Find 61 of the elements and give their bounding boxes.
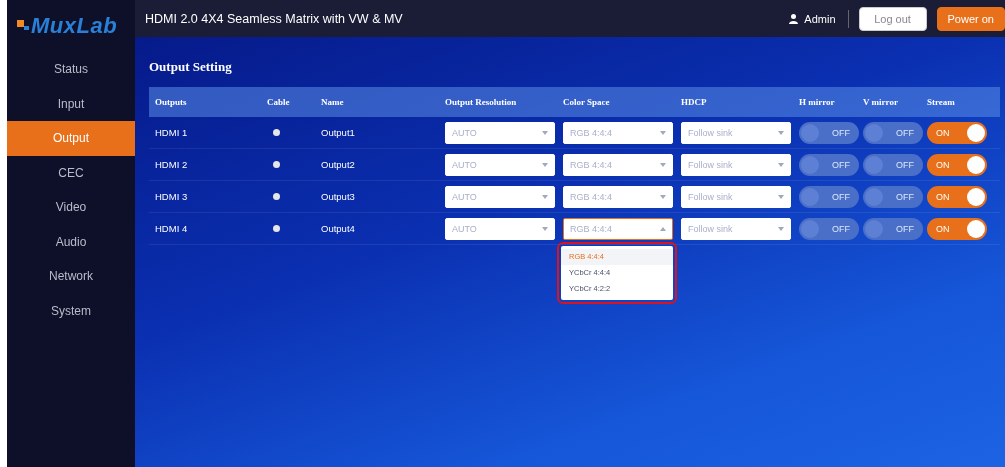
table-cell-text: Output2 (321, 159, 356, 170)
column-header: Color Space (563, 97, 611, 107)
logo-icon (17, 20, 29, 32)
column-header: Output Resolution (445, 97, 518, 107)
column-header: HDCP (681, 97, 708, 107)
sidebar-item[interactable]: System (7, 293, 135, 328)
caret-icon (542, 226, 548, 231)
toggle-switch[interactable]: ON (927, 185, 987, 208)
logout-button[interactable]: Log out (858, 6, 927, 31)
caret-icon (542, 130, 548, 135)
sidebar-item[interactable]: CEC (7, 155, 135, 190)
select-field[interactable]: AUTO (445, 185, 555, 208)
select-field[interactable]: AUTO (445, 153, 555, 176)
caret-icon (660, 130, 666, 135)
sidebar-item[interactable]: Status (7, 52, 135, 87)
select-field[interactable]: RGB 4:4:4 (563, 153, 673, 176)
caret-icon (778, 194, 784, 199)
toggle-switch[interactable]: ON (927, 153, 987, 176)
caret-icon (542, 194, 548, 199)
caret-icon (778, 162, 784, 167)
table-cell-text: HDMI 4 (155, 223, 189, 234)
select-field[interactable]: RGB 4:4:4 (563, 217, 673, 240)
sidebar-item[interactable]: Audio (7, 224, 135, 259)
select-field[interactable]: Follow sink (681, 217, 791, 240)
toggle-switch[interactable]: ON (927, 121, 987, 144)
sidebar-item[interactable]: Video (7, 190, 135, 225)
window-title: HDMI 2.0 4X4 Seamless Matrix with VW & MV (145, 11, 404, 26)
select-field[interactable]: AUTO (445, 121, 555, 144)
select-field[interactable]: RGB 4:4:4 (563, 121, 673, 144)
table-cell-text: HDMI 1 (155, 127, 189, 138)
select-field[interactable]: Follow sink (681, 185, 791, 208)
sidebar-item[interactable]: Output (7, 121, 135, 156)
sidebar-item[interactable]: Network (7, 259, 135, 294)
select-field[interactable]: RGB 4:4:4 (563, 185, 673, 208)
column-header: Stream (927, 97, 956, 107)
table-cell-text: Output4 (321, 223, 356, 234)
column-header: Outputs (155, 97, 188, 107)
power-button[interactable]: Power on (936, 6, 1005, 31)
select-field[interactable]: AUTO (445, 217, 555, 240)
column-header: Name (321, 97, 345, 107)
user-name: Admin (804, 12, 836, 25)
caret-icon (660, 162, 666, 167)
logo-text: MuxLab (31, 13, 118, 39)
toggle-switch[interactable]: ON (927, 217, 987, 240)
column-header: H mirror (799, 97, 836, 107)
table-cell-text: Output3 (321, 191, 356, 202)
column-header: V mirror (863, 97, 899, 107)
caret-icon (660, 226, 666, 231)
select-field[interactable]: Follow sink (681, 121, 791, 144)
table-cell-text: HDMI 3 (155, 191, 189, 202)
table-cell-text: Output1 (321, 127, 356, 138)
sidebar-item[interactable]: Input (7, 86, 135, 121)
user-icon (789, 13, 799, 24)
section-title: Output Setting (149, 59, 233, 75)
caret-icon (778, 130, 784, 135)
table-cell-text: HDMI 2 (155, 159, 189, 170)
select-field[interactable]: Follow sink (681, 153, 791, 176)
column-header: Cable (267, 97, 291, 107)
caret-icon (778, 226, 784, 231)
caret-icon (542, 162, 548, 167)
caret-icon (660, 194, 666, 199)
